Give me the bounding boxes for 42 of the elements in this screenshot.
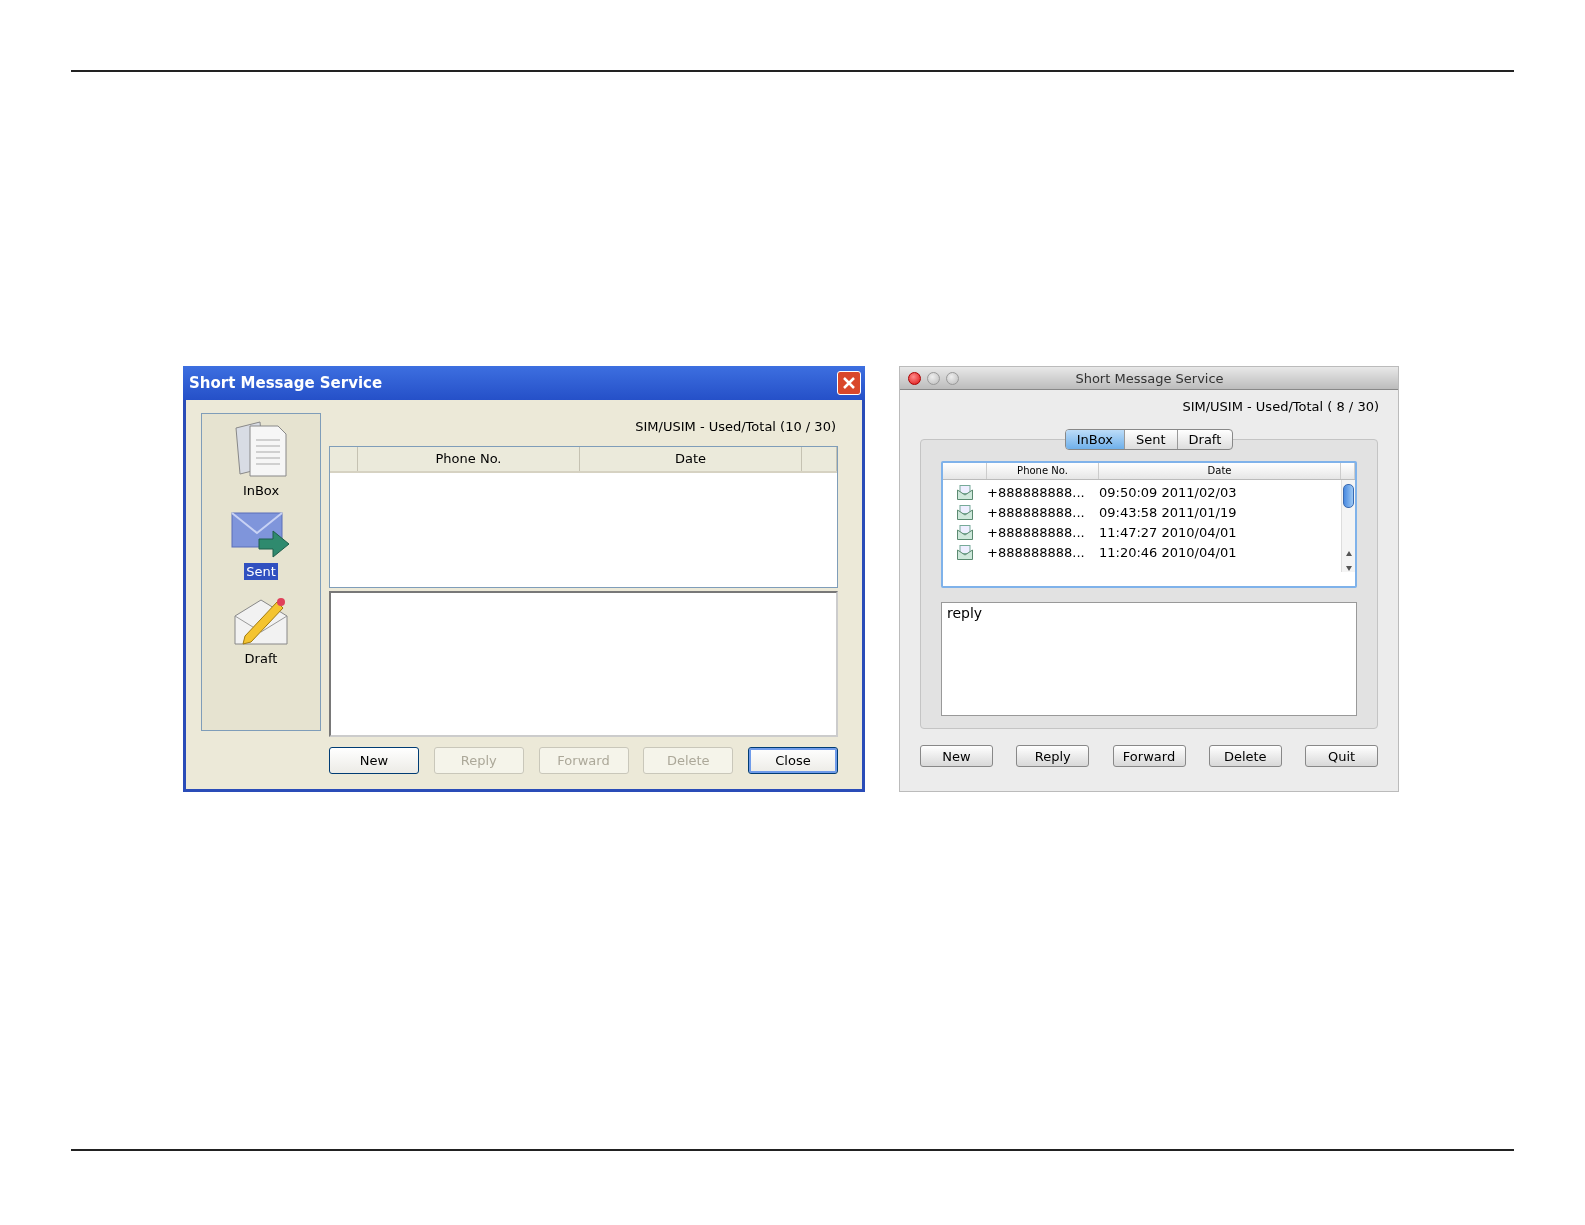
column-header[interactable]: Date: [580, 447, 802, 471]
dialog-button[interactable]: New: [920, 745, 993, 767]
zoom-button[interactable]: [946, 371, 959, 385]
dialog-button[interactable]: Forward: [1112, 745, 1186, 767]
scroll-arrows-icon: [1344, 550, 1353, 572]
dialog-button[interactable]: Delete: [1208, 745, 1282, 767]
window-title: Short Message Service: [1074, 370, 1225, 386]
phone-number-cell-text: +888888888...: [987, 544, 1086, 560]
close-button[interactable]: [908, 371, 921, 385]
dialog-button[interactable]: Reply: [1016, 745, 1090, 767]
envelope-arrow-icon: [231, 511, 291, 561]
window-title: Short Message Service: [189, 374, 384, 392]
minimize-button[interactable]: [927, 371, 940, 385]
message-icon: [957, 524, 973, 540]
message-icon: [957, 484, 973, 500]
dialog-button[interactable]: Quit: [1305, 745, 1378, 767]
storage-usage: SIM/USIM - Used/Total (10 / 30): [634, 419, 837, 436]
folder-tab[interactable]: Draft: [1177, 430, 1233, 449]
phone-number-cell-text: +888888888...: [987, 524, 1086, 540]
folder-item[interactable]: InBox: [240, 482, 282, 499]
column-header[interactable]: Date: [1099, 463, 1341, 479]
scroll-thumb[interactable]: [1343, 484, 1354, 508]
folder-item[interactable]: Draft: [242, 650, 280, 667]
date-cell-text: 11:47:27 2010/04/01: [1099, 524, 1238, 540]
date-cell-text: 09:50:09 2011/02/03: [1099, 484, 1238, 500]
scroll-bar[interactable]: [1341, 480, 1355, 572]
storage-usage: SIM/USIM - Used/Total ( 8 / 30): [1181, 398, 1380, 416]
folder-tab[interactable]: InBox: [1065, 430, 1125, 449]
message-icon: [957, 544, 973, 560]
phone-number-cell-text: +888888888...: [987, 484, 1086, 500]
close-icon: [842, 376, 856, 390]
dialog-button[interactable]: New: [329, 747, 419, 774]
phone-number-cell-text: +888888888...: [987, 504, 1086, 520]
column-header[interactable]: Phone No.: [987, 463, 1099, 479]
date-cell-text: 11:20:46 2010/04/01: [1099, 544, 1238, 560]
message-icon: [957, 504, 973, 520]
folder-tab[interactable]: Sent: [1124, 430, 1178, 449]
message-text-area[interactable]: reply: [941, 602, 1357, 716]
folder-item[interactable]: Sent: [244, 563, 278, 580]
dialog-button[interactable]: Close: [748, 747, 838, 774]
date-cell-text: 09:43:58 2011/01/19: [1099, 504, 1238, 520]
column-header[interactable]: Phone No.: [358, 447, 580, 471]
